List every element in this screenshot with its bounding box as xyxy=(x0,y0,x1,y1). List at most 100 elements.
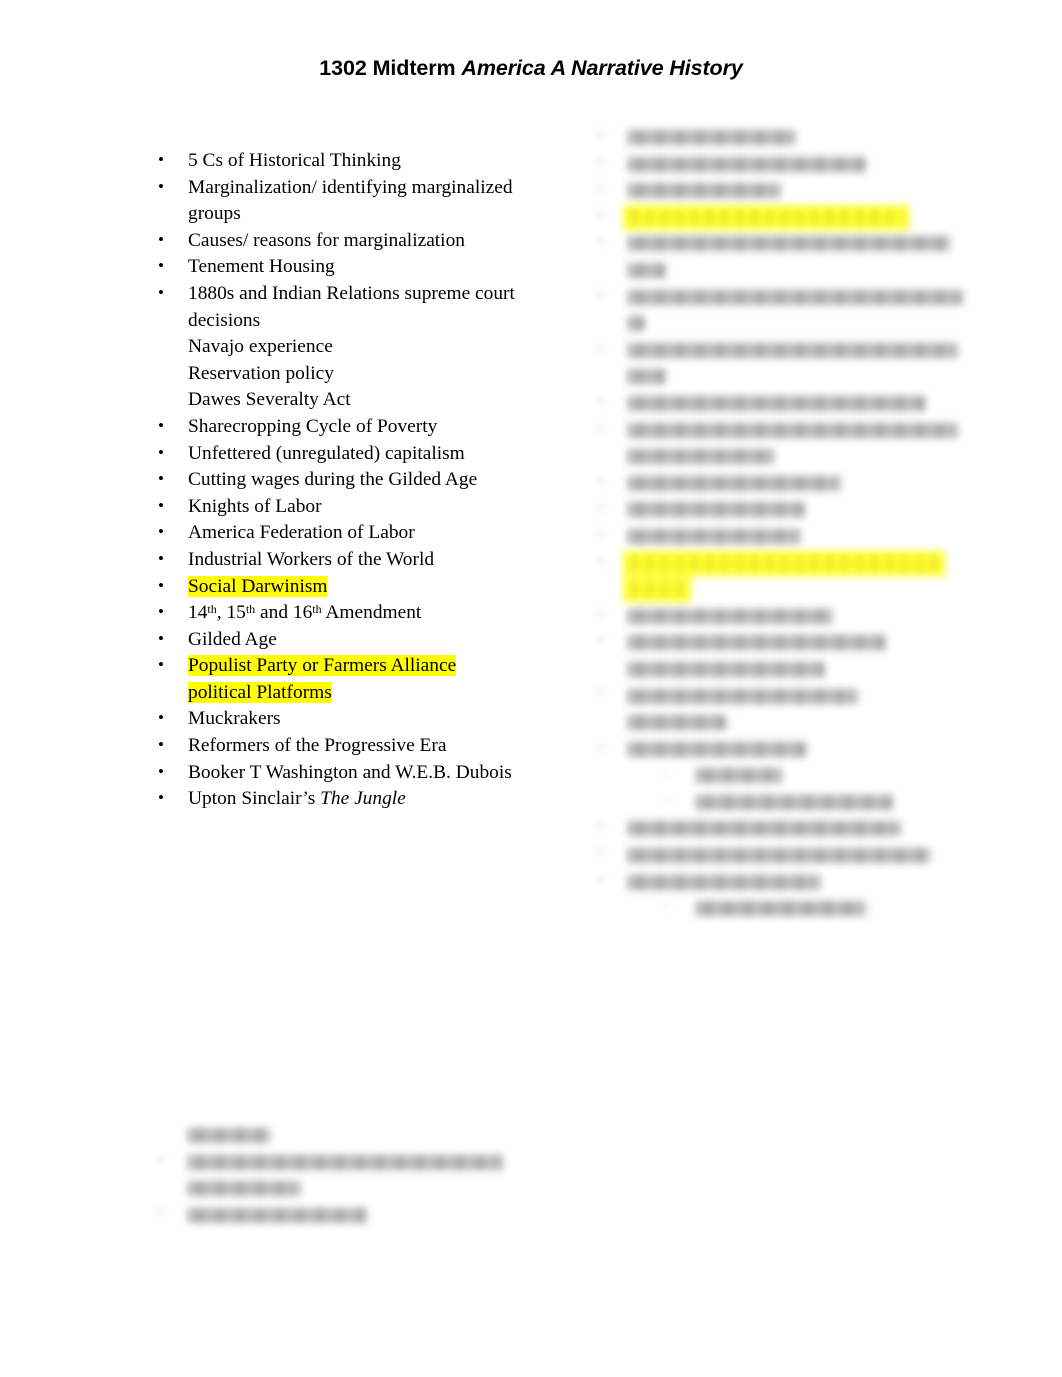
list-item: Industrial Workers of the World xyxy=(152,546,524,574)
obscured-text-line xyxy=(152,1122,532,1149)
list-item-highlighted: Populist Party or Farmers Alliance polit… xyxy=(152,652,524,706)
obscured-text-run xyxy=(628,555,940,571)
list-item-label: Marginalization/ identifying marginalize… xyxy=(188,176,513,225)
list-item-label: Muckrakers xyxy=(188,708,281,730)
obscured-text-line xyxy=(592,656,948,683)
obscured-text-line xyxy=(592,257,948,284)
list-item-label: Sharecropping Cycle of Poverty xyxy=(188,415,438,437)
obscured-text-run xyxy=(628,263,666,279)
obscured-text-line xyxy=(592,150,948,178)
list-item: Knights of Labor xyxy=(152,493,524,521)
clipped-list-item xyxy=(152,813,524,819)
amendment-15: , 15 xyxy=(216,602,246,624)
list-item: Reformers of the Progressive Era xyxy=(152,732,524,760)
book-title: The Jungle xyxy=(320,788,406,810)
list-item-label: Knights of Labor xyxy=(188,495,322,517)
obscured-text-line xyxy=(592,363,948,390)
obscured-text-line xyxy=(592,495,948,523)
obscured-text-run xyxy=(628,608,832,624)
obscured-text-line xyxy=(592,841,948,869)
obscured-text-line xyxy=(592,389,948,417)
obscured-line-group xyxy=(152,1122,532,1228)
obscured-text-run xyxy=(628,715,728,731)
amendment-word: Amendment xyxy=(321,602,422,624)
obscured-text-run xyxy=(628,502,804,518)
obscured-text-run xyxy=(188,1154,502,1170)
list-item: Sharecropping Cycle of Poverty xyxy=(152,413,524,441)
list-item-label: America Federation of Labor xyxy=(188,522,415,544)
obscured-text-run xyxy=(628,821,900,837)
obscured-text-run xyxy=(628,661,824,677)
obscured-text-run xyxy=(696,901,866,917)
obscured-text-line xyxy=(152,1148,532,1176)
list-item: Gilded Age xyxy=(152,626,524,654)
obscured-text-line xyxy=(592,602,948,630)
list-item-label: Industrial Workers of the World xyxy=(188,548,435,570)
obscured-text-line xyxy=(592,203,948,231)
obscured-text-run xyxy=(188,1128,270,1144)
amendment-14-suffix: th xyxy=(207,602,217,617)
obscured-text-line xyxy=(592,709,948,736)
obscured-text-run xyxy=(628,848,930,864)
obscured-text-line xyxy=(592,681,948,709)
obscured-text-line xyxy=(592,283,962,311)
list-item-label: 1880s and Indian Relations supreme court… xyxy=(188,282,515,331)
list-item-label: Tenement Housing xyxy=(188,256,335,278)
list-subitem-label: Reservation policy xyxy=(188,362,334,384)
obscured-text-run xyxy=(696,768,782,784)
list-item-label: Unfettered (unregulated) capitalism xyxy=(188,442,465,464)
list-item: 5 Cs of Historical Thinking xyxy=(152,147,524,175)
obscured-text-run xyxy=(628,741,808,757)
book-lead-text: Upton Sinclair’s xyxy=(188,788,321,810)
page-title: 1302 Midterm America A Narrative History xyxy=(0,56,1062,81)
page-title-italic: America A Narrative History xyxy=(461,56,743,80)
obscured-text-run xyxy=(188,1207,368,1223)
right-column-obscured xyxy=(592,123,962,922)
obscured-text-line xyxy=(592,814,948,842)
list-item-label: Booker T Washington and W.E.B. Dubois xyxy=(188,761,512,783)
obscured-text-line xyxy=(592,229,950,257)
list-item-highlighted: Social Darwinism xyxy=(152,573,524,601)
obscured-text-line xyxy=(592,894,948,922)
obscured-text-line xyxy=(592,443,948,470)
list-subitem-label: Dawes Severalty Act xyxy=(188,389,351,411)
obscured-text-line xyxy=(592,549,948,577)
amendment-15-suffix: th xyxy=(245,602,256,617)
obscured-text-run xyxy=(628,130,796,146)
list-item: 1880s and Indian Relations supreme court… xyxy=(152,280,524,334)
list-subitem: Navajo experience xyxy=(152,334,524,361)
obscured-text-line xyxy=(152,1175,532,1202)
obscured-text-line xyxy=(592,735,948,763)
list-item-amendments: 14th, 15th and 16th Amendment xyxy=(152,599,524,627)
amendment-16-suffix: th xyxy=(312,602,322,617)
obscured-text-line xyxy=(592,576,948,603)
page-title-plain: 1302 Midterm xyxy=(319,56,462,80)
list-item-label: Causes/ reasons for marginalization xyxy=(188,229,465,251)
obscured-text-run xyxy=(696,794,892,810)
obscured-text-run xyxy=(628,688,858,704)
study-topics-list: 5 Cs of Historical Thinking Marginalizat… xyxy=(152,147,524,813)
list-item: Marginalization/ identifying marginalize… xyxy=(152,174,524,228)
list-item: Booker T Washington and W.E.B. Dubois xyxy=(152,759,524,787)
list-item-label: 5 Cs of Historical Thinking xyxy=(188,150,401,171)
obscured-text-run xyxy=(628,236,950,252)
obscured-text-line xyxy=(592,469,948,497)
list-item-label: Reformers of the Progressive Era xyxy=(188,735,447,757)
list-item-label: Populist Party or Farmers Alliance polit… xyxy=(188,655,457,703)
obscured-text-run xyxy=(628,369,666,385)
obscured-line-group xyxy=(592,123,962,922)
obscured-text-run xyxy=(628,289,962,305)
list-item-label: Cutting wages during the Gilded Age xyxy=(188,469,478,491)
obscured-text-run xyxy=(628,528,800,544)
amendment-text: 14th, 15th and 16th Amendment xyxy=(188,602,421,623)
book-mention: Upton Sinclair’s The Jungle xyxy=(188,788,406,809)
amendment-16: and 16 xyxy=(255,602,313,624)
obscured-text-run xyxy=(628,582,686,598)
list-item: Tenement Housing xyxy=(152,253,524,281)
list-item: Muckrakers xyxy=(152,705,524,733)
obscured-text-line xyxy=(592,176,948,204)
left-column: 5 Cs of Historical Thinking Marginalizat… xyxy=(152,147,524,819)
list-item: Unfettered (unregulated) capitalism xyxy=(152,440,524,468)
obscured-text-line xyxy=(592,336,958,364)
list-item-book: Upton Sinclair’s The Jungle xyxy=(152,785,524,813)
